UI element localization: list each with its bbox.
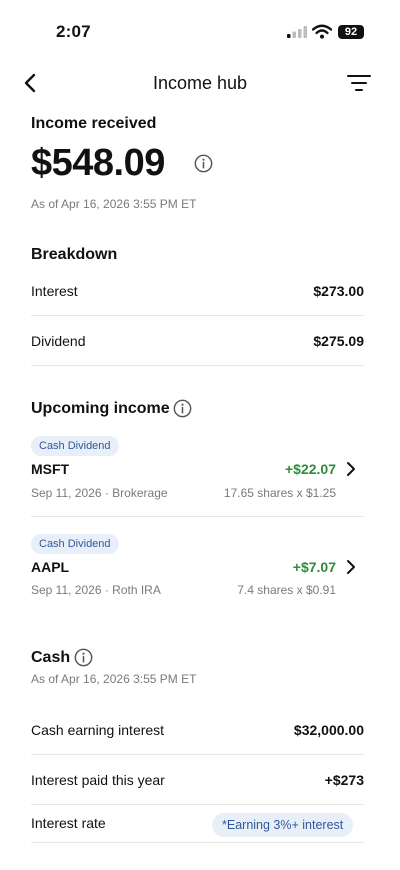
nav-bar: Income hub xyxy=(0,66,400,102)
divider xyxy=(31,516,364,517)
breakdown-dividend-label: Dividend xyxy=(31,333,86,349)
filter-icon[interactable] xyxy=(347,74,371,92)
status-time: 2:07 xyxy=(56,22,91,41)
income-as-of: As of Apr 16, 2026 3:55 PM ET xyxy=(31,197,197,211)
cash-dividend-badge: Cash Dividend xyxy=(31,436,119,456)
shares-detail: 17.65 shares x $1.25 xyxy=(223,486,336,500)
info-icon[interactable] xyxy=(173,399,192,418)
breakdown-dividend-value: $275.09 xyxy=(313,333,364,349)
divider xyxy=(31,804,364,805)
cash-as-of: As of Apr 16, 2026 3:55 PM ET xyxy=(31,672,197,686)
interest-rate-badge[interactable]: *Earning 3%+ interest xyxy=(212,813,354,837)
status-bar: 2:07 92 xyxy=(0,0,400,60)
interest-paid-label: Interest paid this year xyxy=(31,772,165,788)
cash-earning-interest-label: Cash earning interest xyxy=(31,722,165,738)
income-amount-gain: +$22.07 xyxy=(285,461,336,477)
info-icon[interactable] xyxy=(194,154,213,173)
page-title: Income hub xyxy=(152,73,248,93)
cash-dividend-badge: Cash Dividend xyxy=(31,534,119,554)
ticker: MSFT xyxy=(31,461,70,477)
info-icon[interactable] xyxy=(74,648,93,667)
ticker: AAPL xyxy=(31,559,70,575)
divider xyxy=(31,842,364,843)
chevron-right-icon[interactable] xyxy=(344,559,358,575)
battery-icon: 92 xyxy=(338,25,364,39)
breakdown-heading: Breakdown xyxy=(31,246,118,263)
divider xyxy=(31,754,364,755)
interest-rate-label: Interest rate xyxy=(31,815,106,831)
cash-earning-interest-value: $32,000.00 xyxy=(293,722,364,738)
shares-detail: 7.4 shares x $0.91 xyxy=(237,583,336,597)
signal-icon xyxy=(287,26,307,38)
breakdown-interest-value: $273.00 xyxy=(313,283,364,299)
divider xyxy=(31,365,364,366)
date-account: Sep 11, 2026 · Roth IRA xyxy=(31,583,161,597)
income-amount: $548.09 xyxy=(31,142,165,184)
interest-paid-value: +$273 xyxy=(324,772,364,788)
income-amount-gain: +$7.07 xyxy=(292,559,336,575)
date-account: Sep 11, 2026 · Brokerage xyxy=(31,486,168,500)
wifi-icon xyxy=(312,24,332,39)
cash-heading: Cash xyxy=(31,649,71,666)
upcoming-heading: Upcoming income xyxy=(31,400,170,417)
breakdown-interest-label: Interest xyxy=(31,283,78,299)
chevron-right-icon[interactable] xyxy=(344,461,358,477)
income-heading: Income received xyxy=(31,115,157,132)
divider xyxy=(31,315,364,316)
